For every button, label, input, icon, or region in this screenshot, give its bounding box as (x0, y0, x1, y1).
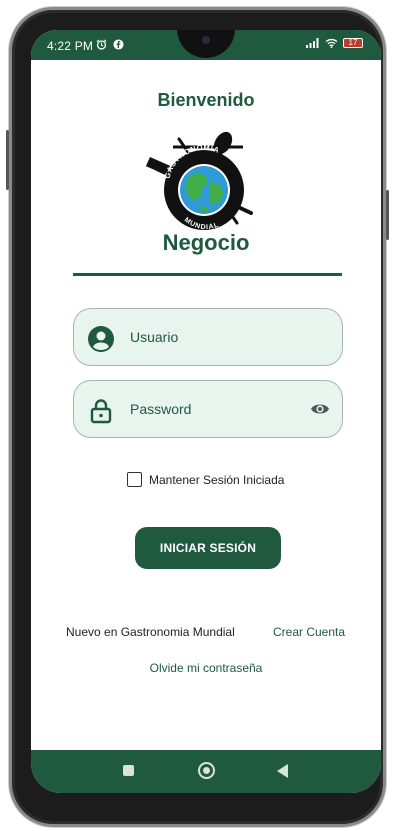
password-field[interactable]: Password (73, 380, 343, 438)
password-label: Password (130, 401, 192, 417)
header-divider (73, 273, 342, 276)
remember-checkbox[interactable] (127, 472, 142, 487)
battery-level: 17 (348, 38, 358, 47)
forgot-password-link[interactable]: Olvide mi contraseña (31, 661, 381, 675)
facebook-icon (113, 39, 124, 50)
wifi-icon (325, 38, 338, 48)
volume-button (6, 130, 9, 190)
user-circle-icon (88, 326, 114, 352)
status-icons-left (96, 38, 124, 50)
remember-label: Mantener Sesión Iniciada (149, 472, 285, 487)
login-button[interactable]: INICIAR SESIÓN (135, 527, 281, 569)
battery-icon: 17 (343, 38, 363, 48)
lock-icon (90, 399, 112, 424)
alarm-icon (96, 39, 107, 50)
create-account-link[interactable]: Crear Cuenta (273, 625, 345, 639)
status-icons-right: 17 (306, 38, 363, 48)
username-field[interactable]: Usuario (73, 308, 343, 366)
navigation-bar (31, 750, 381, 793)
status-time: 4:22 PM (47, 39, 94, 53)
signal-icon (306, 38, 319, 48)
welcome-title: Bienvenido (157, 90, 255, 110)
front-camera (202, 36, 210, 44)
new-user-text: Nuevo en Gastronomia Mundial (66, 625, 235, 639)
brand-name: Negocio (162, 230, 250, 255)
logo-icon: GASTRONOMIA MUNDIAL (145, 131, 253, 231)
app-screen: 4:22 PM 17 Bienvenido GASTRONOMIA MUNDIA… (31, 30, 381, 793)
home-circle-icon[interactable] (198, 762, 215, 779)
eye-icon[interactable] (310, 401, 330, 417)
remember-session[interactable]: Mantener Sesión Iniciada (127, 472, 284, 487)
power-button (386, 190, 389, 240)
recents-square-icon[interactable] (123, 765, 134, 776)
username-label: Usuario (130, 329, 179, 345)
back-triangle-icon[interactable] (277, 764, 288, 778)
